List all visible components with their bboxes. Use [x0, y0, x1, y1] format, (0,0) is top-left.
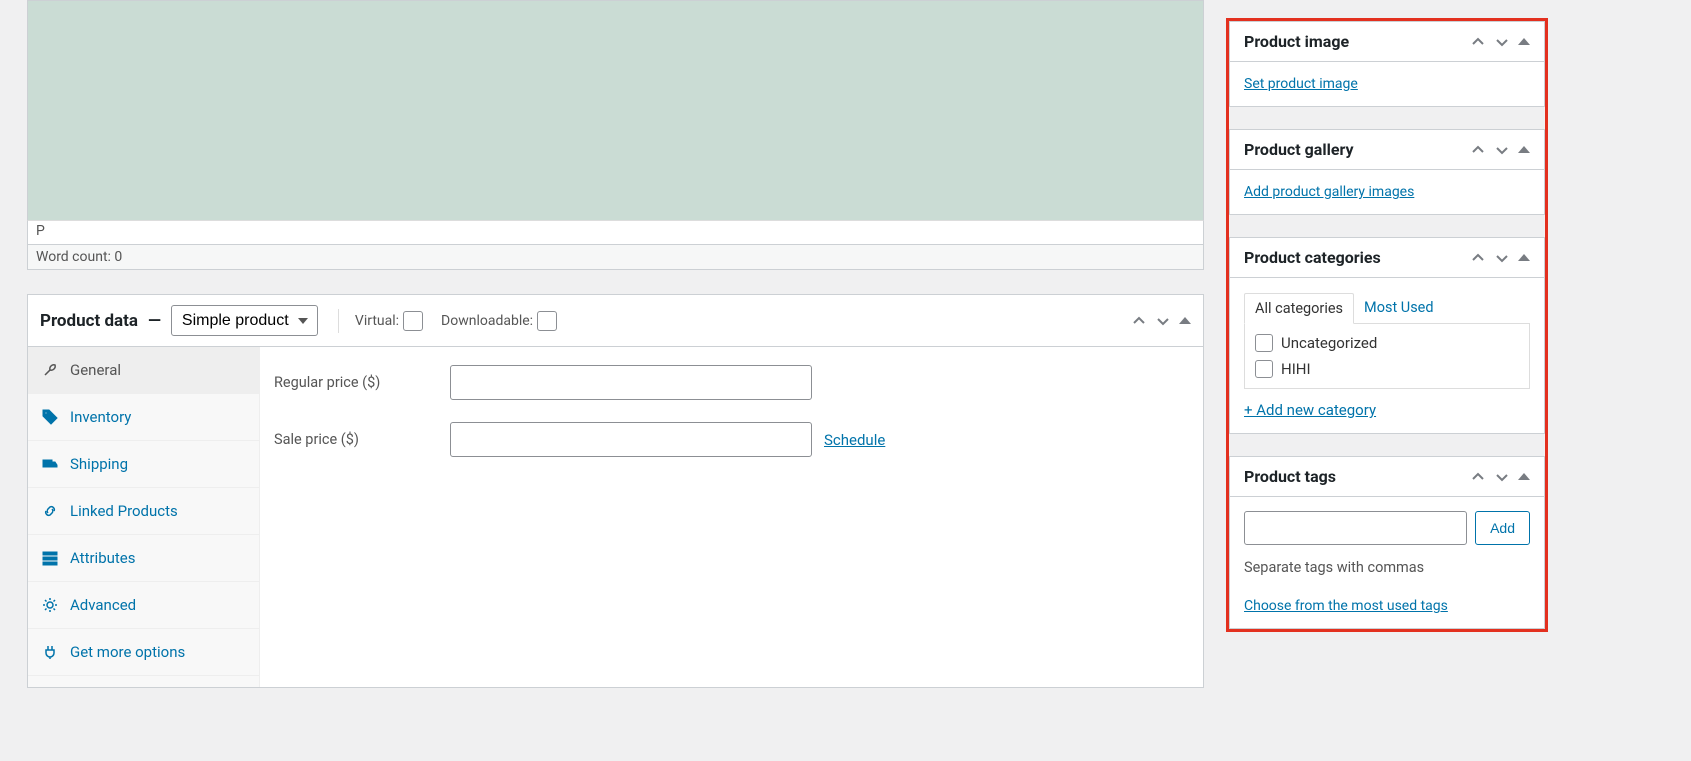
- category-item[interactable]: HIHI: [1255, 360, 1519, 378]
- chevron-down-icon[interactable]: [1494, 469, 1510, 485]
- chevron-down-icon[interactable]: [1494, 250, 1510, 266]
- tab-label: Shipping: [70, 455, 128, 473]
- chevron-up-icon[interactable]: [1470, 469, 1486, 485]
- tab-label: Attributes: [70, 549, 136, 567]
- set-product-image-link[interactable]: Set product image: [1244, 76, 1358, 92]
- editor-word-count: Word count: 0: [27, 244, 1204, 270]
- product-tags-panel: Product tags Add Separate tags with comm…: [1229, 456, 1545, 629]
- tag-icon: [42, 409, 58, 425]
- editor-element-path: P: [27, 220, 1204, 244]
- product-data-header: Product data — Simple product Virtual: D…: [28, 295, 1203, 347]
- panel-title: Product tags: [1244, 467, 1336, 486]
- tab-get-more-options[interactable]: Get more options: [28, 629, 259, 676]
- chevron-down-icon[interactable]: [1155, 313, 1171, 329]
- category-label: HIHI: [1281, 360, 1311, 378]
- panel-title: Product image: [1244, 32, 1349, 51]
- panel-toggle-icon[interactable]: [1179, 317, 1191, 324]
- tab-label: Advanced: [70, 596, 136, 614]
- chevron-up-icon[interactable]: [1470, 34, 1486, 50]
- product-image-panel: Product image Set product image: [1229, 21, 1545, 107]
- product-data-sep: —: [148, 311, 161, 331]
- editor-body[interactable]: [27, 0, 1204, 220]
- add-gallery-images-link[interactable]: Add product gallery images: [1244, 184, 1414, 200]
- panel-toggle-icon[interactable]: [1518, 473, 1530, 480]
- product-categories-panel: Product categories All categories Most U…: [1229, 237, 1545, 434]
- tab-attributes[interactable]: Attributes: [28, 535, 259, 582]
- product-data-content: Regular price ($) Sale price ($) Schedul…: [260, 347, 1203, 687]
- product-data-title: Product data: [40, 311, 138, 331]
- category-item[interactable]: Uncategorized: [1255, 334, 1519, 352]
- list-icon: [42, 550, 58, 566]
- category-list: Uncategorized HIHI: [1244, 324, 1530, 389]
- truck-icon: [42, 456, 58, 472]
- category-checkbox[interactable]: [1255, 334, 1273, 352]
- downloadable-checkbox[interactable]: [537, 311, 557, 331]
- category-checkbox[interactable]: [1255, 360, 1273, 378]
- panel-toggle-icon[interactable]: [1518, 254, 1530, 261]
- tag-hint: Separate tags with commas: [1244, 559, 1530, 576]
- product-type-select[interactable]: Simple product: [171, 305, 318, 336]
- panel-title: Product categories: [1244, 248, 1381, 267]
- panel-toggle-icon[interactable]: [1518, 146, 1530, 153]
- tab-shipping[interactable]: Shipping: [28, 441, 259, 488]
- choose-most-used-tags-link[interactable]: Choose from the most used tags: [1244, 598, 1448, 614]
- tab-label: Get more options: [70, 643, 185, 661]
- schedule-link[interactable]: Schedule: [824, 431, 885, 449]
- virtual-label: Virtual:: [355, 313, 399, 329]
- gear-icon: [42, 597, 58, 613]
- virtual-toggle[interactable]: Virtual:: [355, 311, 423, 331]
- sidebar-highlighted: Product image Set product image Product …: [1226, 18, 1548, 632]
- add-new-category-link[interactable]: + Add new category: [1244, 401, 1376, 419]
- chevron-up-icon[interactable]: [1470, 250, 1486, 266]
- product-data-tabs: General Inventory Shipping Linked Produc…: [28, 347, 260, 687]
- product-gallery-panel: Product gallery Add product gallery imag…: [1229, 129, 1545, 215]
- chevron-down-icon[interactable]: [1494, 34, 1510, 50]
- tab-advanced[interactable]: Advanced: [28, 582, 259, 629]
- plug-icon: [42, 644, 58, 660]
- tab-label: Inventory: [70, 408, 131, 426]
- wrench-icon: [42, 362, 58, 378]
- chevron-up-icon[interactable]: [1131, 313, 1147, 329]
- panel-title: Product gallery: [1244, 140, 1354, 159]
- sale-price-input[interactable]: [450, 422, 812, 457]
- virtual-checkbox[interactable]: [403, 311, 423, 331]
- tab-most-used[interactable]: Most Used: [1354, 293, 1444, 324]
- separator: [338, 309, 339, 333]
- tag-input[interactable]: [1244, 511, 1467, 545]
- product-data-panel: Product data — Simple product Virtual: D…: [27, 294, 1204, 688]
- chevron-down-icon[interactable]: [1494, 142, 1510, 158]
- tab-label: General: [70, 361, 121, 379]
- link-icon: [42, 503, 58, 519]
- tab-linked-products[interactable]: Linked Products: [28, 488, 259, 535]
- sale-price-label: Sale price ($): [274, 431, 450, 448]
- tab-all-categories[interactable]: All categories: [1244, 293, 1354, 324]
- category-label: Uncategorized: [1281, 334, 1377, 352]
- tab-general[interactable]: General: [28, 347, 259, 394]
- downloadable-toggle[interactable]: Downloadable:: [441, 311, 557, 331]
- panel-toggle-icon[interactable]: [1518, 38, 1530, 45]
- regular-price-label: Regular price ($): [274, 374, 450, 391]
- regular-price-input[interactable]: [450, 365, 812, 400]
- tab-inventory[interactable]: Inventory: [28, 394, 259, 441]
- tab-label: Linked Products: [70, 502, 178, 520]
- downloadable-label: Downloadable:: [441, 313, 533, 329]
- chevron-up-icon[interactable]: [1470, 142, 1486, 158]
- add-tag-button[interactable]: Add: [1475, 511, 1530, 545]
